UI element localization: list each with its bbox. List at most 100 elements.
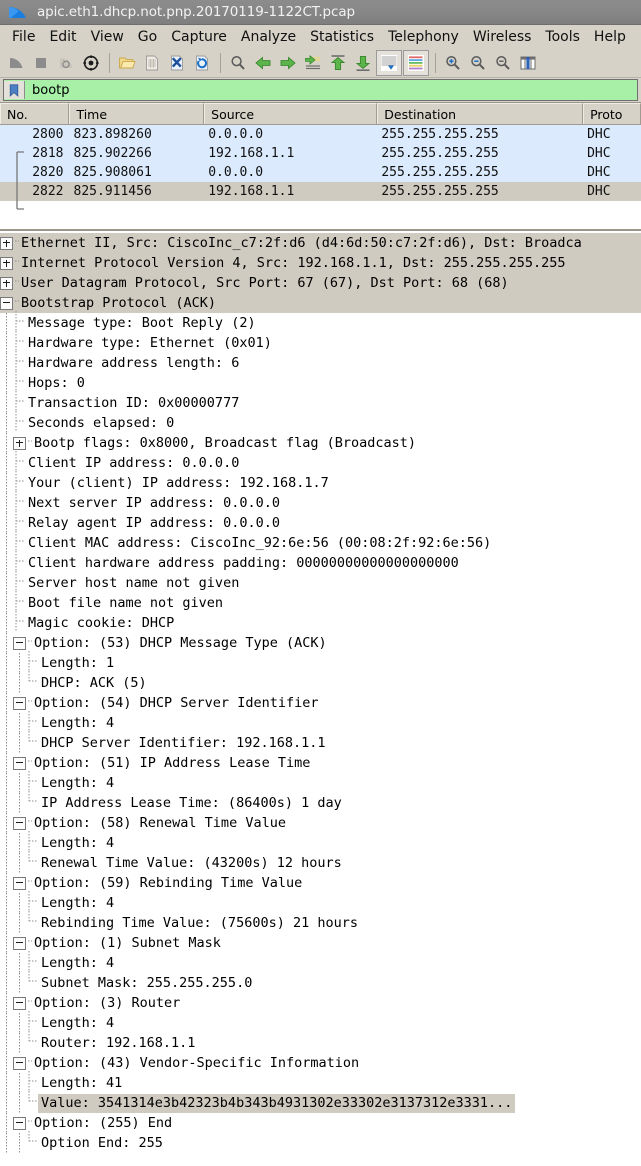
collapse-icon[interactable] <box>13 876 26 890</box>
detail-tree-row[interactable]: Option: (255) End <box>0 1113 641 1133</box>
detail-tree-row[interactable]: Bootp flags: 0x8000, Broadcast flag (Bro… <box>0 433 641 453</box>
column-header-protocol[interactable]: Proto <box>583 103 641 124</box>
menu-tools[interactable]: Tools <box>538 27 587 47</box>
detail-tree-row[interactable]: Your (client) IP address: 192.168.1.7 <box>0 471 641 493</box>
menu-edit[interactable]: Edit <box>42 27 83 47</box>
collapse-icon[interactable] <box>13 816 26 830</box>
detail-tree-row[interactable]: Boot file name not given <box>0 591 641 613</box>
detail-tree-row[interactable]: Client hardware address padding: 0000000… <box>0 551 641 573</box>
collapse-icon[interactable] <box>13 996 26 1010</box>
menu-help[interactable]: Help <box>587 27 633 47</box>
menu-wireless[interactable]: Wireless <box>466 27 539 47</box>
collapse-icon[interactable] <box>13 1056 26 1070</box>
stop-capture-icon[interactable] <box>29 51 53 75</box>
column-header-destination[interactable]: Destination <box>377 103 584 124</box>
detail-tree-row[interactable]: Hardware address length: 6 <box>0 351 641 373</box>
detail-tree-row[interactable]: Bootstrap Protocol (ACK) <box>0 293 641 313</box>
zoom-out-icon[interactable] <box>466 51 490 75</box>
menu-analyze[interactable]: Analyze <box>234 27 303 47</box>
go-back-icon[interactable] <box>251 51 275 75</box>
column-header-source[interactable]: Source <box>204 103 378 124</box>
bookmark-icon[interactable] <box>4 81 25 99</box>
detail-tree-row[interactable]: Option: (3) Router <box>0 993 641 1013</box>
menu-capture[interactable]: Capture <box>164 27 234 47</box>
filter-text[interactable]: bootp <box>25 83 70 98</box>
column-header-no[interactable]: No. <box>0 103 70 124</box>
expand-icon[interactable] <box>13 436 26 450</box>
detail-tree-row[interactable]: Option: (58) Renewal Time Value <box>0 813 641 833</box>
detail-tree-row[interactable]: Router: 192.168.1.1 <box>0 1031 641 1053</box>
go-to-packet-icon[interactable] <box>301 51 325 75</box>
detail-tree-row[interactable]: IP Address Lease Time: (86400s) 1 day <box>0 791 641 813</box>
zoom-in-icon[interactable] <box>441 51 465 75</box>
detail-tree-row[interactable]: Length: 41 <box>0 1071 641 1093</box>
detail-tree-row[interactable]: User Datagram Protocol, Src Port: 67 (67… <box>0 273 641 293</box>
detail-tree-row[interactable]: Length: 1 <box>0 651 641 673</box>
detail-tree-row[interactable]: Relay agent IP address: 0.0.0.0 <box>0 511 641 533</box>
open-file-icon[interactable] <box>115 51 139 75</box>
detail-tree-row[interactable]: Option: (51) IP Address Lease Time <box>0 753 641 773</box>
capture-options-icon[interactable] <box>79 51 103 75</box>
go-first-packet-icon[interactable] <box>326 51 350 75</box>
collapse-icon[interactable] <box>0 296 13 310</box>
detail-tree-row[interactable]: Next server IP address: 0.0.0.0 <box>0 491 641 513</box>
table-row[interactable]: 2818 825.902266 192.168.1.1 255.255.255.… <box>0 144 641 163</box>
collapse-icon[interactable] <box>13 696 26 710</box>
expand-icon[interactable] <box>0 236 13 250</box>
packet-list-pane[interactable]: No. Time Source Destination Proto 2800 8… <box>0 102 641 229</box>
find-packet-icon[interactable] <box>226 51 250 75</box>
colorize-packets-icon[interactable] <box>403 50 429 76</box>
detail-tree-row[interactable]: Length: 4 <box>0 711 641 733</box>
table-row[interactable]: 2822 825.911456 192.168.1.1 255.255.255.… <box>0 182 641 201</box>
display-filter-input[interactable]: bootp <box>3 79 638 101</box>
go-forward-icon[interactable] <box>276 51 300 75</box>
detail-tree-row[interactable]: Option: (43) Vendor-Specific Information <box>0 1053 641 1073</box>
detail-tree-row[interactable]: Option: (53) DHCP Message Type (ACK) <box>0 633 641 653</box>
menu-file[interactable]: File <box>5 27 42 47</box>
column-header-time[interactable]: Time <box>69 103 205 124</box>
detail-tree-row[interactable]: Length: 4 <box>0 831 641 853</box>
table-row[interactable]: 2820 825.908061 0.0.0.0 255.255.255.255 … <box>0 163 641 182</box>
collapse-icon[interactable] <box>13 1116 26 1130</box>
restart-capture-icon[interactable] <box>54 51 78 75</box>
menu-go[interactable]: Go <box>131 27 164 47</box>
detail-tree-row[interactable]: Option End: 255 <box>0 1131 641 1153</box>
detail-tree-row[interactable]: DHCP: ACK (5) <box>0 671 641 693</box>
detail-tree-row[interactable]: Length: 4 <box>0 771 641 793</box>
detail-tree-row[interactable]: Client IP address: 0.0.0.0 <box>0 451 641 473</box>
menu-telephony[interactable]: Telephony <box>381 27 466 47</box>
detail-tree-row[interactable]: Subnet Mask: 255.255.255.0 <box>0 971 641 993</box>
detail-tree-row[interactable]: Value: 3541314e3b42323b4b343b4931302e333… <box>0 1091 641 1113</box>
go-last-packet-icon[interactable] <box>351 51 375 75</box>
close-file-icon[interactable] <box>165 51 189 75</box>
detail-tree-row[interactable]: Client MAC address: CiscoInc_92:6e:56 (0… <box>0 531 641 553</box>
collapse-icon[interactable] <box>13 636 26 650</box>
table-row[interactable]: 2800 823.898260 0.0.0.0 255.255.255.255 … <box>0 125 641 144</box>
detail-tree-row[interactable]: Option: (59) Rebinding Time Value <box>0 873 641 893</box>
detail-tree-row[interactable]: Option: (54) DHCP Server Identifier <box>0 693 641 713</box>
save-file-icon[interactable] <box>140 51 164 75</box>
reload-file-icon[interactable] <box>190 51 214 75</box>
detail-tree-row[interactable]: Length: 4 <box>0 951 641 973</box>
collapse-icon[interactable] <box>13 756 26 770</box>
detail-tree-row[interactable]: Rebinding Time Value: (75600s) 21 hours <box>0 911 641 933</box>
detail-tree-row[interactable]: Length: 4 <box>0 1011 641 1033</box>
packet-details-pane[interactable]: Ethernet II, Src: CiscoInc_c7:2f:d6 (d4:… <box>0 229 641 1166</box>
menu-statistics[interactable]: Statistics <box>303 27 381 47</box>
detail-tree-row[interactable]: Hardware type: Ethernet (0x01) <box>0 331 641 353</box>
detail-tree-row[interactable]: Server host name not given <box>0 571 641 593</box>
start-capture-icon[interactable] <box>4 51 28 75</box>
detail-tree-row[interactable]: Transaction ID: 0x00000777 <box>0 391 641 413</box>
menu-view[interactable]: View <box>84 27 131 47</box>
expand-icon[interactable] <box>0 276 13 290</box>
detail-tree-row[interactable]: Message type: Boot Reply (2) <box>0 311 641 333</box>
detail-tree-row[interactable]: Ethernet II, Src: CiscoInc_c7:2f:d6 (d4:… <box>0 233 641 253</box>
resize-columns-icon[interactable] <box>516 51 540 75</box>
detail-tree-row[interactable]: Length: 4 <box>0 891 641 913</box>
detail-tree-row[interactable]: Renewal Time Value: (43200s) 12 hours <box>0 851 641 873</box>
expand-icon[interactable] <box>0 256 13 270</box>
collapse-icon[interactable] <box>13 936 26 950</box>
zoom-reset-icon[interactable] <box>491 51 515 75</box>
auto-scroll-icon[interactable] <box>376 50 402 76</box>
detail-tree-row[interactable]: Option: (1) Subnet Mask <box>0 933 641 953</box>
